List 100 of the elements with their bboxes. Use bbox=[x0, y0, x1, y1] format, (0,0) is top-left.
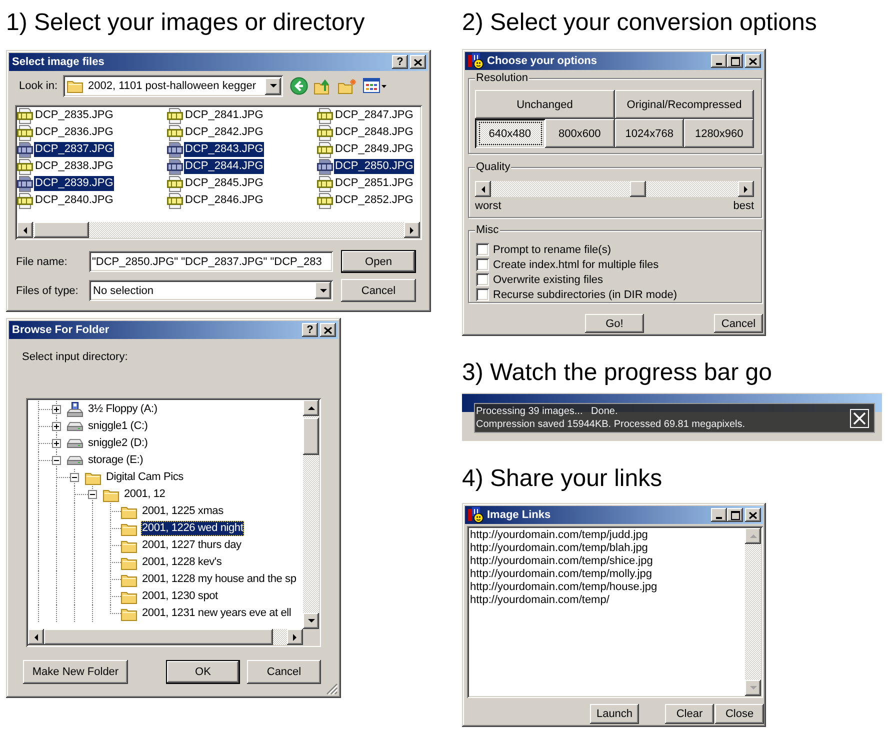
cancel-button[interactable]: Cancel bbox=[714, 314, 763, 333]
file-item[interactable]: DCP_2839.JPG bbox=[34, 176, 114, 191]
vertical-scrollbar[interactable] bbox=[745, 528, 761, 696]
tree-item[interactable]: 3½ Floppy (A:) bbox=[87, 402, 158, 417]
close-button[interactable]: Close bbox=[715, 704, 764, 724]
horizontal-scrollbar[interactable] bbox=[28, 629, 303, 645]
minus-box-icon[interactable] bbox=[88, 490, 97, 499]
scroll-down-button[interactable] bbox=[303, 613, 319, 629]
maximize-button[interactable] bbox=[727, 54, 743, 68]
tree-item[interactable]: 2001, 1230 spot bbox=[141, 589, 219, 604]
tree-item[interactable]: 2001, 1227 thurs day bbox=[141, 538, 242, 553]
tree-item[interactable]: 2001, 1226 wed night bbox=[141, 521, 244, 536]
minus-box-icon[interactable] bbox=[70, 473, 79, 482]
close-button[interactable] bbox=[320, 323, 336, 337]
help-button[interactable]: ? bbox=[392, 55, 408, 69]
resize-grip-icon[interactable] bbox=[326, 683, 338, 695]
launch-button[interactable]: Launch bbox=[590, 704, 639, 724]
tree-item[interactable]: sniggle2 (D:) bbox=[87, 436, 149, 451]
links-text-area[interactable] bbox=[467, 526, 763, 698]
resolution-button[interactable]: 640x480 bbox=[475, 119, 545, 148]
ok-button[interactable]: OK bbox=[166, 660, 240, 684]
open-button[interactable]: Open bbox=[341, 250, 416, 273]
maximize-button[interactable] bbox=[727, 508, 743, 522]
file-item[interactable]: DCP_2852.JPG bbox=[334, 193, 414, 208]
close-button[interactable] bbox=[745, 54, 761, 68]
tree-item[interactable]: 2001, 1231 new years eve at ell bbox=[141, 606, 292, 621]
checkbox[interactable] bbox=[476, 258, 489, 271]
status-text: Processing 39 images... Done. bbox=[476, 405, 618, 418]
tree-item[interactable]: 2001, 12 bbox=[123, 487, 166, 502]
go-button[interactable]: Go! bbox=[585, 314, 644, 333]
file-item[interactable]: DCP_2838.JPG bbox=[34, 159, 114, 174]
scroll-left-button[interactable] bbox=[28, 629, 44, 645]
file-item[interactable]: DCP_2835.JPG bbox=[34, 108, 114, 123]
dropdown-button[interactable] bbox=[315, 282, 331, 299]
checkbox[interactable] bbox=[476, 288, 489, 301]
scroll-right-button[interactable] bbox=[404, 222, 420, 238]
clear-button[interactable]: Clear bbox=[665, 704, 714, 724]
checkbox[interactable] bbox=[476, 273, 489, 286]
tree-item[interactable]: 2001, 1225 xmas bbox=[141, 504, 224, 519]
tree-item[interactable]: sniggle1 (C:) bbox=[87, 419, 149, 434]
file-item[interactable]: DCP_2837.JPG bbox=[34, 142, 114, 157]
file-type-dropdown[interactable]: No selection bbox=[89, 280, 333, 301]
scroll-up-button[interactable] bbox=[745, 528, 761, 544]
slider-thumb[interactable] bbox=[630, 181, 646, 197]
minimize-button[interactable] bbox=[711, 54, 727, 68]
scroll-down-button[interactable] bbox=[745, 680, 761, 696]
file-item[interactable]: DCP_2851.JPG bbox=[334, 176, 414, 191]
file-item[interactable]: DCP_2848.JPG bbox=[334, 125, 414, 140]
cancel-button[interactable]: Cancel bbox=[247, 660, 321, 684]
minimize-button[interactable] bbox=[711, 508, 727, 522]
view-menu-icon[interactable] bbox=[363, 78, 387, 94]
tree-item[interactable]: 2001, 1228 kev's bbox=[141, 555, 223, 570]
close-button[interactable] bbox=[850, 408, 869, 428]
slider-left-button[interactable] bbox=[475, 181, 491, 197]
file-name-field[interactable]: "DCP_2850.JPG" "DCP_2837.JPG" "DCP_283 bbox=[89, 251, 333, 272]
checkbox[interactable] bbox=[476, 243, 489, 256]
file-item[interactable]: DCP_2850.JPG bbox=[334, 159, 414, 174]
file-item[interactable]: DCP_2843.JPG bbox=[184, 142, 264, 157]
plus-box-icon[interactable] bbox=[52, 439, 61, 448]
vertical-scrollbar[interactable] bbox=[303, 400, 319, 629]
make-new-folder-button[interactable]: Make New Folder bbox=[23, 660, 128, 684]
folder-icon bbox=[121, 590, 137, 604]
file-item[interactable]: DCP_2836.JPG bbox=[34, 125, 114, 140]
close-icon bbox=[414, 58, 422, 66]
file-item[interactable]: DCP_2845.JPG bbox=[184, 176, 264, 191]
scrollbar-thumb[interactable] bbox=[303, 418, 319, 455]
scroll-left-button[interactable] bbox=[17, 222, 33, 238]
look-in-dropdown[interactable]: 2002, 1101 post-halloween kegger bbox=[63, 75, 283, 97]
file-item[interactable]: DCP_2841.JPG bbox=[184, 108, 264, 123]
cancel-button[interactable]: Cancel bbox=[341, 279, 416, 302]
horizontal-scrollbar[interactable] bbox=[17, 222, 420, 238]
scrollbar-thumb[interactable] bbox=[44, 629, 273, 645]
file-item[interactable]: DCP_2846.JPG bbox=[184, 193, 264, 208]
scroll-right-button[interactable] bbox=[287, 629, 303, 645]
tree-item[interactable]: 2001, 1228 my house and the sp bbox=[141, 572, 298, 587]
file-item[interactable]: DCP_2844.JPG bbox=[184, 159, 264, 174]
resolution-button[interactable]: Unchanged bbox=[475, 90, 614, 119]
tree-item[interactable]: storage (E:) bbox=[87, 453, 144, 468]
plus-box-icon[interactable] bbox=[52, 422, 61, 431]
file-item[interactable]: DCP_2840.JPG bbox=[34, 193, 114, 208]
plus-box-icon[interactable] bbox=[52, 405, 61, 414]
resolution-button[interactable]: 1024x768 bbox=[614, 119, 684, 148]
folder-icon bbox=[103, 488, 119, 502]
file-item[interactable]: DCP_2842.JPG bbox=[184, 125, 264, 140]
file-item[interactable]: DCP_2849.JPG bbox=[334, 142, 414, 157]
resolution-button[interactable]: Original/Recompressed bbox=[614, 90, 754, 119]
close-button[interactable] bbox=[410, 55, 426, 69]
tree-item[interactable]: Digital Cam Pics bbox=[105, 470, 184, 485]
resolution-button[interactable]: 1280x960 bbox=[684, 119, 754, 148]
resolution-button[interactable]: 800x600 bbox=[544, 119, 614, 148]
scroll-up-button[interactable] bbox=[303, 400, 319, 416]
dropdown-button[interactable] bbox=[265, 78, 281, 94]
slider-right-button[interactable] bbox=[738, 181, 754, 197]
link-text: http://yourdomain.com/temp/molly.jpg bbox=[470, 568, 652, 581]
help-button[interactable]: ? bbox=[302, 323, 318, 337]
look-in-label: Look in: bbox=[19, 80, 58, 92]
minus-box-icon[interactable] bbox=[52, 456, 61, 465]
scrollbar-thumb[interactable] bbox=[34, 222, 89, 238]
file-item[interactable]: DCP_2847.JPG bbox=[334, 108, 414, 123]
close-button[interactable] bbox=[745, 508, 761, 522]
